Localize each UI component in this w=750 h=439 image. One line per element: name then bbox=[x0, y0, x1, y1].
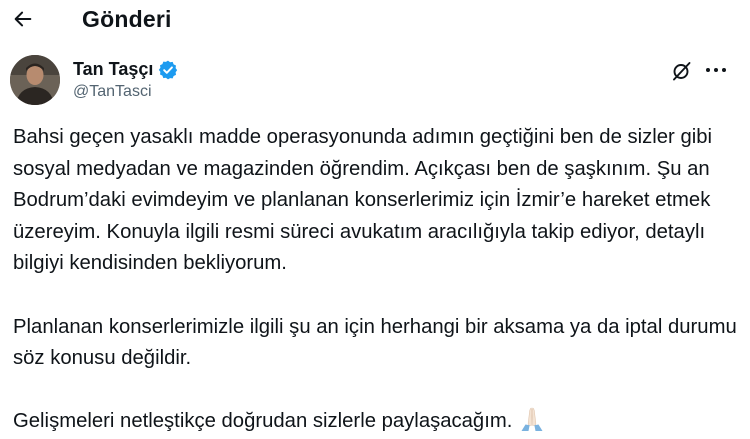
arrow-left-icon bbox=[14, 11, 32, 27]
tweet-text: Bahsi geçen yasaklı madde operasyonunda … bbox=[13, 122, 739, 438]
verified-badge-icon bbox=[158, 60, 178, 80]
tweet-paragraph-3: Gelişmeleri netleştikçe doğrudan sizlerl… bbox=[13, 406, 739, 438]
back-button[interactable] bbox=[6, 2, 40, 36]
profile-photo bbox=[10, 55, 60, 105]
tweet-paragraph-2: Planlanan konserlerimizle ilgili şu an i… bbox=[13, 315, 737, 370]
more-options-button[interactable] bbox=[703, 58, 729, 82]
top-bar: Gönderi bbox=[0, 0, 750, 42]
author-name[interactable]: Tan Taşçı bbox=[73, 59, 153, 80]
author-handle[interactable]: @TanTasci bbox=[73, 83, 152, 101]
tweet-paragraph-1: Bahsi geçen yasaklı madde operasyonunda … bbox=[13, 126, 713, 275]
more-horizontal-icon bbox=[706, 68, 726, 72]
folded-hands-emoji bbox=[521, 407, 543, 432]
page-title: Gönderi bbox=[82, 6, 172, 32]
avatar[interactable] bbox=[10, 55, 60, 105]
grok-icon[interactable] bbox=[670, 59, 694, 83]
tweet-paragraph-3-text: Gelişmeleri netleştikçe doğrudan sizlerl… bbox=[13, 410, 513, 433]
